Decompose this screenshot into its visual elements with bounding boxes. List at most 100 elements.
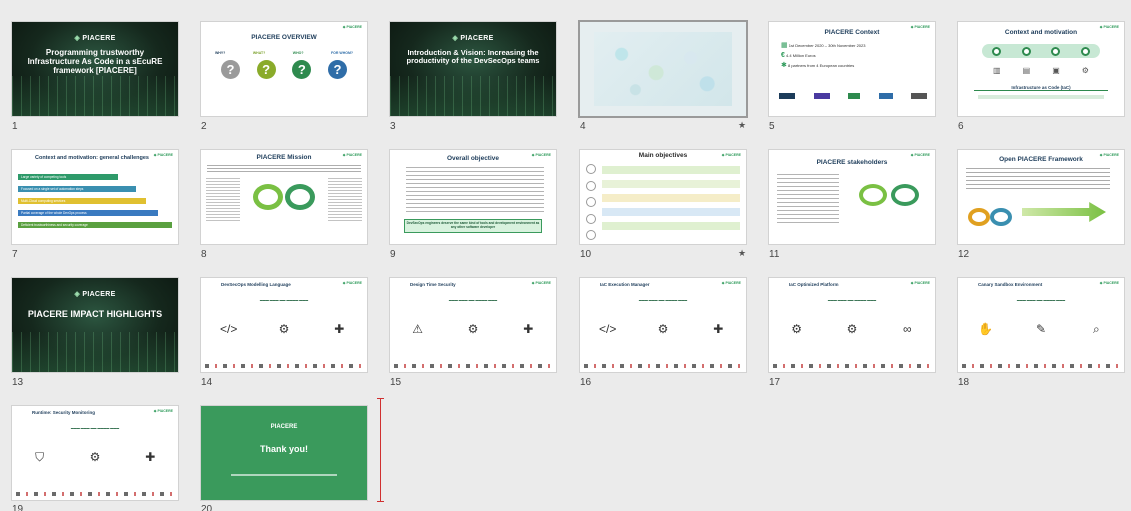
slide-number: 9 [390, 249, 396, 260]
settings-icon: ⚙ [1081, 66, 1089, 75]
slide-number: 4 [580, 121, 586, 132]
slide-number: 16 [580, 377, 592, 388]
slide-title: Design Time Security [410, 282, 456, 287]
slide-title: Canary Sandbox Environment [978, 282, 1043, 287]
iac-caption: Infrastructure as Code (IaC) [974, 85, 1108, 91]
challenge-bar: Deficient trustworthiness and security c… [18, 222, 172, 228]
slide-title: Overall objective [446, 155, 500, 162]
slide-title: DevSecOps Modelling Language [221, 282, 291, 287]
slide-thumbnail-10[interactable]: PIACERE Main objectives [580, 150, 746, 244]
document-icon: ▤ [1022, 66, 1031, 75]
slide-title: PIACERE stakeholders [816, 159, 888, 166]
slide-decoration [390, 76, 556, 116]
context-line: 1st December 2020 – 30th November 2023 [788, 43, 866, 48]
slide-thumbnail-7[interactable]: PIACERE Context and motivation: general … [12, 150, 178, 244]
question-icon: ? [292, 60, 312, 79]
slide-thumbnail-8[interactable]: PIACERE PIACERE Mission [201, 150, 367, 244]
challenge-bar: Partial coverage of the whole DevOps pro… [18, 210, 158, 216]
overview-label: FOR WHOM? [331, 51, 353, 55]
slide-description: ▬▬▬ ▬▬▬ ▬▬ ▬▬▬▬ ▬▬▬ [1016, 298, 1066, 302]
piacere-logo-icon: PIACERE [343, 25, 362, 29]
partner-logos [779, 89, 927, 103]
warning-icon: ⚠ [412, 322, 424, 336]
partner-footer [394, 364, 552, 368]
slide-thumbnail-17[interactable]: PIACERE IaC Optimized Platform ▬▬▬ ▬▬▬ ▬… [769, 278, 935, 372]
slide-number: 1 [12, 121, 18, 132]
partners-icon: ✱ [781, 62, 787, 69]
puzzle-icon: ✚ [145, 450, 156, 464]
code-icon: ▣ [1052, 66, 1060, 75]
slide-thumbnail-13[interactable]: PIACERE PIACERE IMPACT HIGHLIGHTS [12, 278, 178, 372]
slide-thumbnail-16[interactable]: PIACERE IaC Execution Manager ▬▬▬ ▬▬▬ ▬▬… [580, 278, 746, 372]
tools-icon: ✎ [1035, 322, 1047, 336]
gear-icon: ⚙ [791, 322, 803, 336]
slide-thumbnail-5[interactable]: PIACERE PIACERE Context ▦ 1st December 2… [769, 22, 935, 116]
slide-thumbnail-18[interactable]: PIACERE Canary Sandbox Environment ▬▬▬ ▬… [958, 278, 1124, 372]
devops-infinity-icon [859, 184, 919, 206]
slide-number: 13 [12, 377, 24, 388]
server-icon: ▥ [993, 66, 1001, 75]
piacere-logo-icon: PIACERE [911, 281, 930, 285]
slide-logo: PIACERE [12, 290, 178, 298]
slide-number: 7 [12, 249, 18, 260]
slide-title: Context and motivation: general challeng… [35, 155, 149, 161]
slide-thumbnail-3[interactable]: PIACERE Introduction & Vision: Increasin… [390, 22, 556, 116]
overview-label: WHAT? [252, 51, 266, 55]
circle-icon [1021, 46, 1031, 56]
puzzle-icon: ✚ [713, 322, 724, 336]
puzzle-icon: ✚ [334, 322, 345, 336]
insertion-marker [377, 398, 384, 502]
slide-number: 14 [201, 377, 213, 388]
slide-thumbnail-1[interactable]: PIACERE Programming trustworthy Infrastr… [12, 22, 178, 116]
slide-thumbnail-11[interactable]: PIACERE PIACERE stakeholders [769, 150, 935, 244]
slide-thumbnail-15[interactable]: PIACERE Design Time Security ▬▬▬ ▬▬▬ ▬▬ … [390, 278, 556, 372]
piacere-logo-icon: PIACERE [154, 153, 173, 157]
slide-description: ▬▬▬ ▬▬▬ ▬▬ ▬▬▬▬ ▬▬▬ [827, 298, 877, 302]
arrow-graphic [1022, 202, 1106, 222]
partner-footer [584, 364, 742, 368]
animation-star-icon: ★ [738, 120, 747, 130]
slide-number: 20 [201, 504, 213, 511]
search-icon: ⌕ [1092, 322, 1100, 336]
slide-title: Thank you! [259, 444, 308, 454]
slide-thumbnail-20[interactable]: PIACERE Thank you! [201, 406, 367, 500]
slide-description: ▬▬▬ ▬▬▬ ▬▬ ▬▬▬▬ ▬▬▬ [638, 298, 688, 302]
slide-thumbnail-9[interactable]: PIACERE Overall objective DevSecOps engi… [390, 150, 556, 244]
overview-label: WHO? [292, 51, 304, 55]
piacere-logo-icon: PIACERE [532, 281, 551, 285]
partner-footer [16, 492, 174, 496]
slide-number: 15 [390, 377, 402, 388]
slide-title: Runtime: Security Monitoring [32, 410, 95, 415]
slide-number: 18 [958, 377, 970, 388]
slide-thumbnail-6[interactable]: PIACERE Context and motivation ▥▤▣⚙ Infr… [958, 22, 1124, 116]
slide-title: Context and motivation [1004, 29, 1078, 36]
partner-footer [962, 364, 1120, 368]
euro-icon: € [781, 52, 785, 59]
overview-label: WHY? [215, 51, 226, 55]
context-line: 4.4 Million Euros [786, 53, 816, 58]
question-icon: ? [221, 60, 240, 79]
slide-title: IaC Execution Manager [600, 282, 650, 287]
slide-logo: PIACERE [270, 424, 298, 430]
slide-description: ▬▬▬ ▬▬▬ ▬▬ ▬▬▬▬ ▬▬▬ [259, 298, 309, 302]
slide-thumbnail-2[interactable]: PIACERE PIACERE OVERVIEW WHY? WHAT? WHO?… [201, 22, 367, 116]
challenge-bar: Large variety of competing tools [18, 174, 118, 180]
slide-title: PIACERE OVERVIEW [251, 34, 317, 41]
question-icon: ? [256, 60, 276, 79]
context-line: 8 partners from 4 European countries [788, 63, 855, 68]
slide-decoration [12, 76, 178, 116]
slide-thumbnail-19[interactable]: PIACERE Runtime: Security Monitoring ▬▬▬… [12, 406, 178, 500]
code-icon: </> [598, 322, 617, 336]
code-icon: </> [219, 322, 238, 336]
challenge-bar: Focused on a single set of automation st… [18, 186, 136, 192]
gears-icon: ⚙ [278, 322, 290, 336]
gear-icon: ⚙ [846, 322, 858, 336]
piacere-logo-icon: PIACERE [154, 409, 173, 413]
slide-thumbnail-12[interactable]: PIACERE Open PIACERE Framework [958, 150, 1124, 244]
slide-title: PIACERE Context [824, 29, 880, 36]
slide-thumbnail-4[interactable] [580, 22, 746, 116]
slide-logo: PIACERE [390, 34, 556, 42]
slide-thumbnail-14[interactable]: PIACERE DevSecOps Modelling Language ▬▬▬… [201, 278, 367, 372]
objective-caption: DevSecOps engineers deserve the same kin… [404, 219, 542, 233]
slide-number: 2 [201, 121, 207, 132]
